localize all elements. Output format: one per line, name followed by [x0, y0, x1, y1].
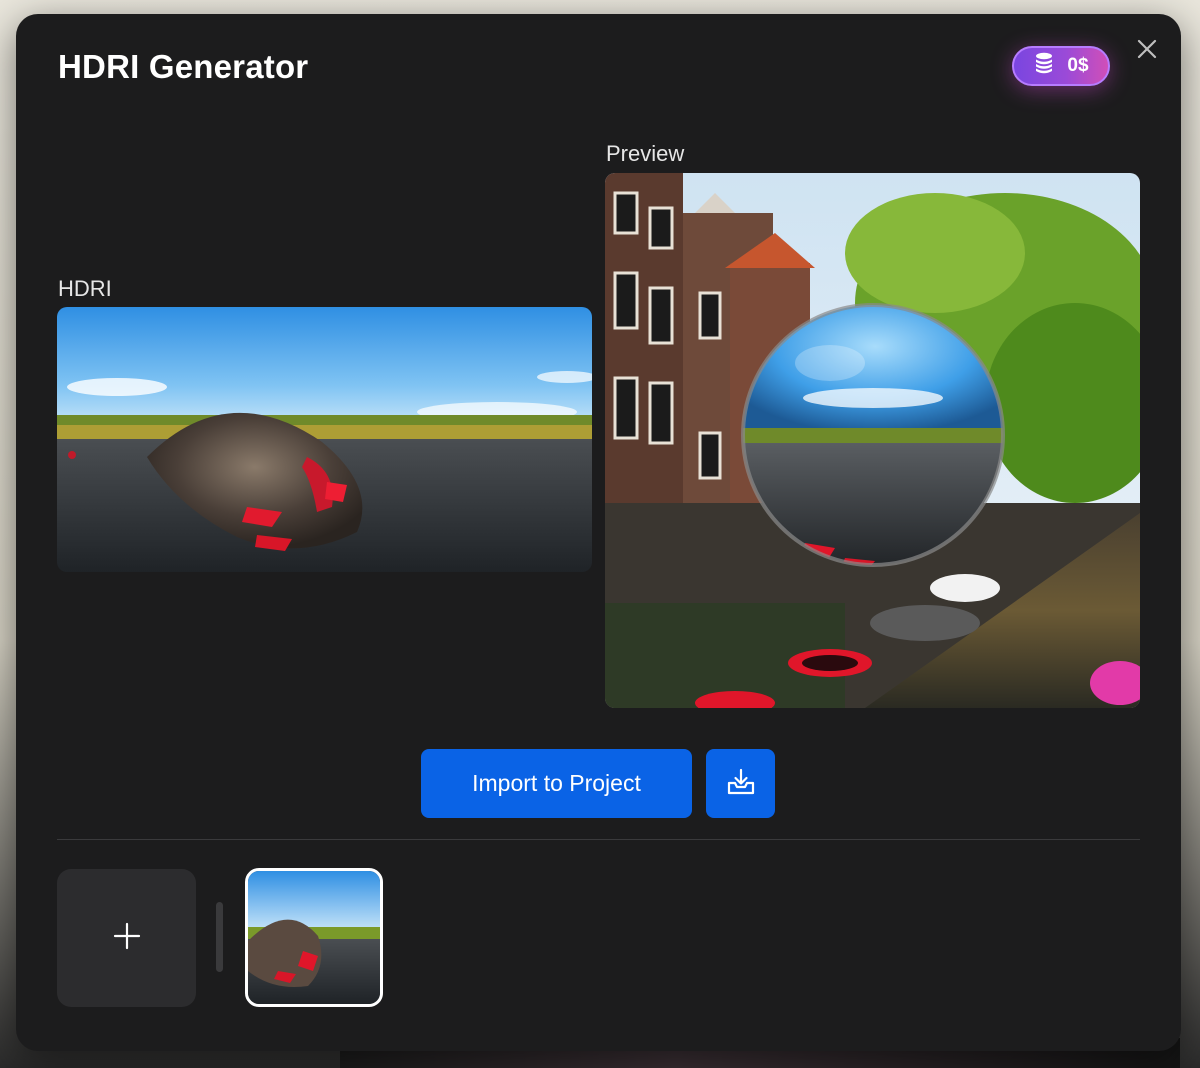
modal-title: HDRI Generator	[58, 48, 309, 85]
import-to-project-button[interactable]: Import to Project	[421, 749, 692, 818]
preview-render-image	[605, 173, 1140, 708]
preview-label: Preview	[606, 141, 685, 166]
close-icon[interactable]	[1134, 36, 1160, 62]
plus-icon	[112, 921, 142, 956]
hdri-panorama-image	[57, 307, 592, 572]
hdri-generator-modal: HDRI Generator 0$ HDRI Preview Import to…	[16, 14, 1181, 1051]
coin-stack-icon	[1033, 51, 1055, 81]
credits-value: 0$	[1067, 55, 1089, 76]
library-scroll-handle[interactable]	[216, 902, 223, 972]
download-button[interactable]	[706, 749, 775, 818]
hdri-label: HDRI	[58, 276, 112, 301]
download-tray-icon	[725, 766, 757, 801]
hdri-thumbnail-selected[interactable]	[245, 868, 383, 1007]
credits-badge[interactable]: 0$	[1012, 46, 1110, 86]
section-divider	[57, 839, 1140, 840]
add-hdri-button[interactable]	[57, 869, 196, 1007]
